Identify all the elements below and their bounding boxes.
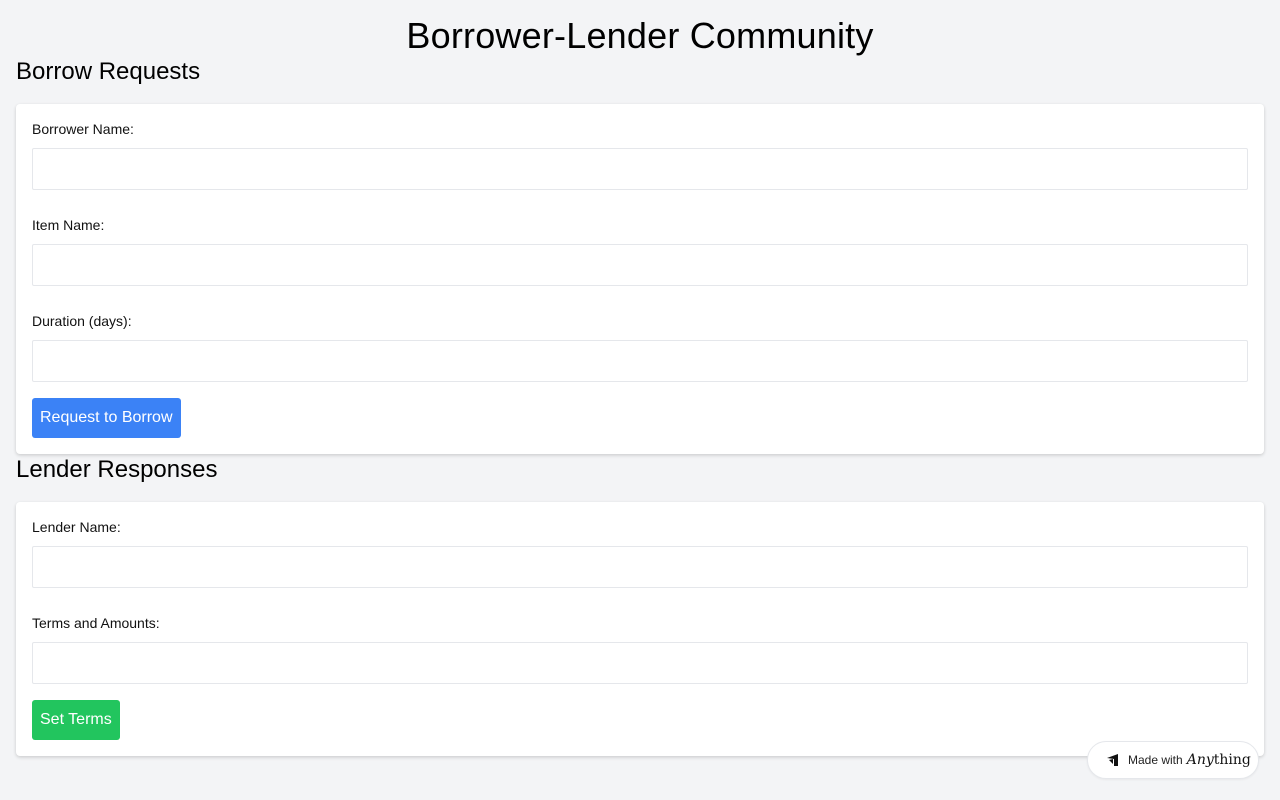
borrow-requests-heading: Borrow Requests bbox=[16, 58, 201, 85]
terms-and-amounts-label: Terms and Amounts: bbox=[32, 615, 160, 631]
brand-italic-part: Any bbox=[1186, 752, 1214, 768]
lender-responses-heading: Lender Responses bbox=[16, 456, 218, 483]
borrow-request-form: Borrower Name: Item Name: Duration (days… bbox=[16, 104, 1264, 454]
borrower-name-input[interactable] bbox=[32, 148, 1248, 190]
brand-rest-part: thing bbox=[1213, 752, 1251, 768]
made-with-anything-badge[interactable]: Made with Anything bbox=[1087, 741, 1259, 779]
made-with-text: Made with bbox=[1128, 753, 1183, 767]
page: Borrower-Lender Community Borrow Request… bbox=[0, 0, 1280, 800]
lender-name-input[interactable] bbox=[32, 546, 1248, 588]
anything-brand: Anything bbox=[1187, 752, 1251, 768]
page-title: Borrower-Lender Community bbox=[406, 15, 874, 56]
lender-name-label: Lender Name: bbox=[32, 519, 121, 535]
set-terms-button[interactable]: Set Terms bbox=[32, 700, 120, 740]
item-name-label: Item Name: bbox=[32, 217, 105, 233]
item-name-input[interactable] bbox=[32, 244, 1248, 286]
lender-response-form: Lender Name: Terms and Amounts: Set Term… bbox=[16, 502, 1264, 756]
duration-input[interactable] bbox=[32, 340, 1248, 382]
borrower-name-label: Borrower Name: bbox=[32, 121, 134, 137]
anything-logo-icon bbox=[1107, 754, 1118, 766]
duration-label: Duration (days): bbox=[32, 313, 132, 329]
request-to-borrow-button[interactable]: Request to Borrow bbox=[32, 398, 181, 438]
terms-and-amounts-input[interactable] bbox=[32, 642, 1248, 684]
